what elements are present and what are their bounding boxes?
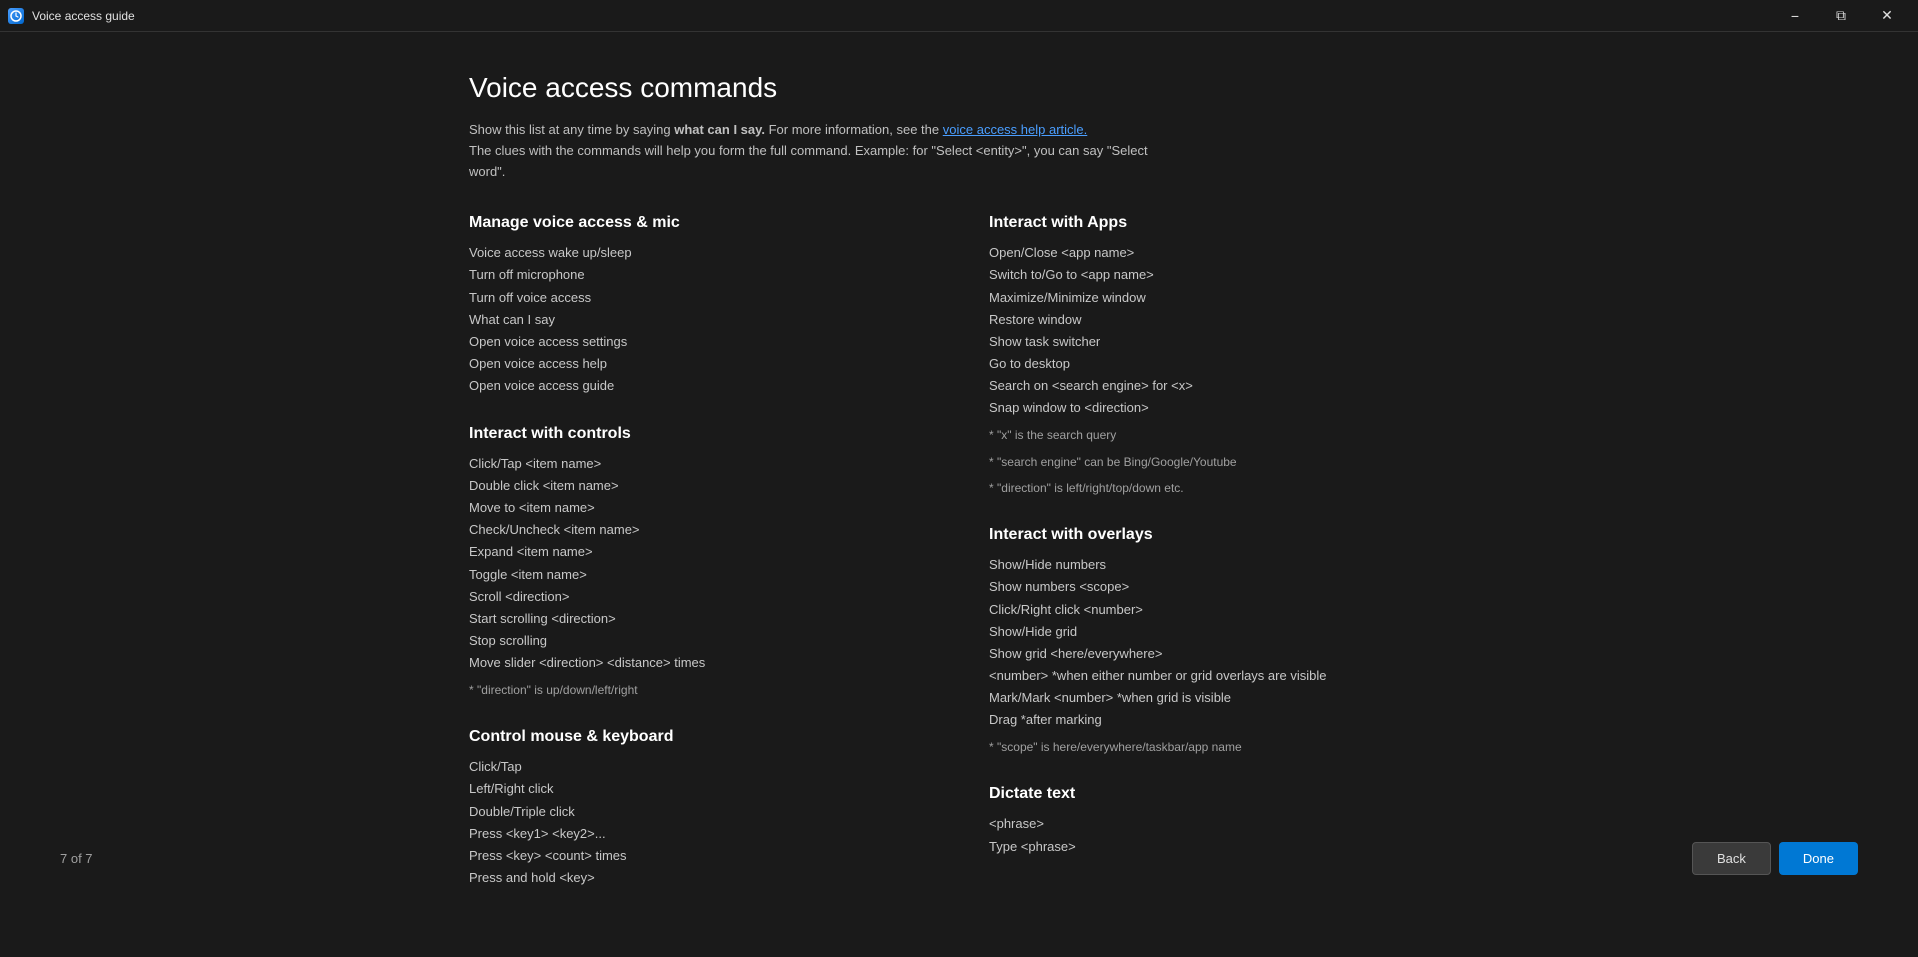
intro-text-part3: The clues with the commands will help yo… bbox=[469, 143, 1148, 179]
command-item: Search on <search engine> for <x> bbox=[989, 375, 1449, 397]
command-item: Show/Hide numbers bbox=[989, 554, 1449, 576]
window-title: Voice access guide bbox=[32, 9, 135, 23]
section-title-manage-voice: Manage voice access & mic bbox=[469, 214, 929, 232]
command-item: Show/Hide grid bbox=[989, 621, 1449, 643]
command-item: Restore window bbox=[989, 309, 1449, 331]
command-item: Stop scrolling bbox=[469, 630, 929, 652]
command-item: Turn off microphone bbox=[469, 264, 929, 286]
help-article-link[interactable]: voice access help article. bbox=[943, 122, 1088, 137]
page-title: Voice access commands bbox=[469, 72, 1449, 104]
command-item: Click/Right click <number> bbox=[989, 599, 1449, 621]
section-title-dictate-text: Dictate text bbox=[989, 785, 1449, 803]
section-interact-overlays: Interact with overlaysShow/Hide numbersS… bbox=[989, 526, 1449, 757]
intro-text: Show this list at any time by saying wha… bbox=[469, 120, 1149, 182]
command-item: Open voice access help bbox=[469, 353, 929, 375]
command-item: Move to <item name> bbox=[469, 497, 929, 519]
close-button[interactable]: ✕ bbox=[1864, 0, 1910, 32]
command-item: Left/Right click bbox=[469, 778, 929, 800]
command-item: Double click <item name> bbox=[469, 475, 929, 497]
command-item: Show task switcher bbox=[989, 331, 1449, 353]
command-item: Click/Tap bbox=[469, 756, 929, 778]
command-item: Scroll <direction> bbox=[469, 586, 929, 608]
done-button[interactable]: Done bbox=[1779, 842, 1858, 875]
command-item: Expand <item name> bbox=[469, 541, 929, 563]
back-button[interactable]: Back bbox=[1692, 842, 1771, 875]
app-icon bbox=[8, 8, 24, 24]
title-bar: Voice access guide − ⧉ ✕ bbox=[0, 0, 1918, 32]
intro-text-part1: Show this list at any time by saying bbox=[469, 122, 674, 137]
command-item: <phrase> bbox=[989, 813, 1449, 835]
command-item: Open voice access guide bbox=[469, 375, 929, 397]
command-item: Open/Close <app name> bbox=[989, 242, 1449, 264]
command-item: Snap window to <direction> bbox=[989, 397, 1449, 419]
command-item: Drag *after marking bbox=[989, 709, 1449, 731]
section-title-interact-controls: Interact with controls bbox=[469, 425, 929, 443]
command-item: Voice access wake up/sleep bbox=[469, 242, 929, 264]
section-title-control-mouse: Control mouse & keyboard bbox=[469, 728, 929, 746]
command-item: Show grid <here/everywhere> bbox=[989, 643, 1449, 665]
section-note: * "x" is the search query bbox=[989, 425, 1449, 445]
command-item: <number> *when either number or grid ove… bbox=[989, 665, 1449, 687]
right-column: Interact with AppsOpen/Close <app name>S… bbox=[989, 214, 1449, 917]
page-indicator: 7 of 7 bbox=[60, 851, 93, 866]
section-note: * "scope" is here/everywhere/taskbar/app… bbox=[989, 737, 1449, 757]
command-item: Click/Tap <item name> bbox=[469, 453, 929, 475]
section-title-interact-overlays: Interact with overlays bbox=[989, 526, 1449, 544]
command-item: What can I say bbox=[469, 309, 929, 331]
footer: 7 of 7 Back Done bbox=[0, 842, 1918, 875]
command-item: Move slider <direction> <distance> times bbox=[469, 652, 929, 674]
section-manage-voice: Manage voice access & mic Voice access wa… bbox=[469, 214, 929, 397]
intro-text-part2: For more information, see the bbox=[765, 122, 943, 137]
command-item: Start scrolling <direction> bbox=[469, 608, 929, 630]
command-item: Maximize/Minimize window bbox=[989, 287, 1449, 309]
minimize-button[interactable]: − bbox=[1772, 0, 1818, 32]
command-item: Toggle <item name> bbox=[469, 564, 929, 586]
command-item: Double/Triple click bbox=[469, 801, 929, 823]
command-item: Switch to/Go to <app name> bbox=[989, 264, 1449, 286]
section-interact-controls: Interact with controls Click/Tap <item na… bbox=[469, 425, 929, 700]
command-item: Mark/Mark <number> *when grid is visible bbox=[989, 687, 1449, 709]
command-item: Show numbers <scope> bbox=[989, 576, 1449, 598]
section-note: * "direction" is up/down/left/right bbox=[469, 680, 929, 700]
main-content: Voice access commands Show this list at … bbox=[409, 32, 1509, 957]
command-item: Open voice access settings bbox=[469, 331, 929, 353]
columns-container: Manage voice access & mic Voice access wa… bbox=[469, 214, 1449, 917]
section-note: * "search engine" can be Bing/Google/You… bbox=[989, 452, 1449, 472]
section-note: * "direction" is left/right/top/down etc… bbox=[989, 478, 1449, 498]
intro-text-bold: what can I say. bbox=[674, 122, 765, 137]
section-interact-apps: Interact with AppsOpen/Close <app name>S… bbox=[989, 214, 1449, 498]
command-item: Go to desktop bbox=[989, 353, 1449, 375]
command-item: Turn off voice access bbox=[469, 287, 929, 309]
footer-buttons: Back Done bbox=[1692, 842, 1858, 875]
left-column: Manage voice access & mic Voice access wa… bbox=[469, 214, 929, 917]
title-bar-left: Voice access guide bbox=[8, 8, 135, 24]
restore-button[interactable]: ⧉ bbox=[1818, 0, 1864, 32]
window-controls: − ⧉ ✕ bbox=[1772, 0, 1910, 32]
section-title-interact-apps: Interact with Apps bbox=[989, 214, 1449, 232]
command-item: Check/Uncheck <item name> bbox=[469, 519, 929, 541]
